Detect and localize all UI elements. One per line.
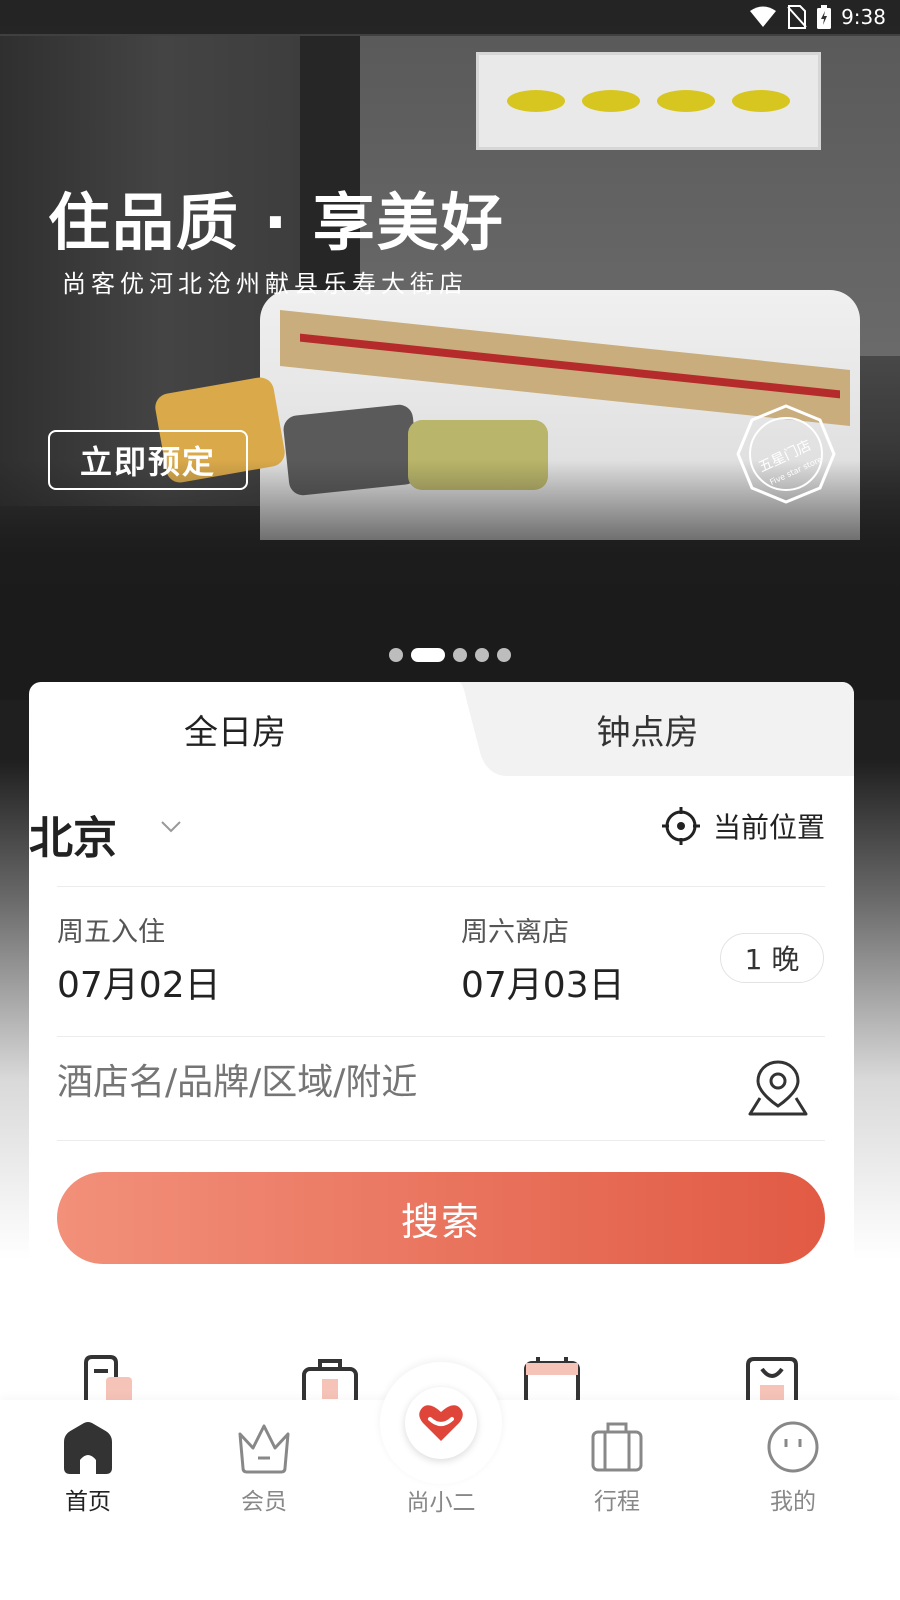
map-pin-icon[interactable]	[746, 1058, 810, 1118]
luggage-icon[interactable]	[300, 1355, 360, 1405]
divider	[57, 886, 825, 887]
battery-icon	[817, 5, 832, 29]
banner-headline: 住品质 · 享美好	[48, 186, 505, 259]
divider	[57, 1036, 825, 1037]
carousel-dot-active[interactable]	[411, 648, 445, 662]
wifi-icon	[750, 6, 777, 27]
tab-full-day-room[interactable]: 全日房	[29, 682, 441, 776]
status-bar: 9:38	[0, 0, 900, 34]
current-location-label: 当前位置	[712, 811, 825, 844]
five-star-seal-icon: 五星门店 Five star store	[736, 404, 836, 504]
assistant-button[interactable]	[380, 1362, 502, 1484]
home-icon	[64, 1422, 112, 1474]
chevron-down-icon[interactable]	[160, 820, 182, 834]
carousel-dot[interactable]	[475, 648, 489, 662]
tab-trips[interactable]: 行程	[557, 1420, 677, 1516]
calendar-icon[interactable]	[522, 1355, 582, 1405]
current-location-button[interactable]: 当前位置	[661, 806, 825, 846]
locate-crosshair-icon	[661, 807, 700, 845]
tab-hourly-room[interactable]: 钟点房	[441, 682, 854, 776]
tab-home[interactable]: 首页	[28, 1420, 148, 1516]
carousel-dot[interactable]	[453, 648, 467, 662]
tab-home-label: 首页	[65, 1489, 111, 1515]
tab-trips-label: 行程	[594, 1489, 640, 1515]
city-selector[interactable]: 北京	[29, 802, 117, 866]
tab-assistant-label: 尚小二	[406, 1490, 476, 1516]
banner-hotel-name: 尚客优河北沧州献县乐寿大街店	[62, 270, 468, 298]
assistant-button-inner	[405, 1387, 477, 1459]
carousel-dot[interactable]	[497, 648, 511, 662]
tab-profile[interactable]: 我的	[733, 1420, 853, 1516]
invoice-icon[interactable]	[80, 1355, 140, 1405]
checkin-label: 周五入住	[57, 917, 165, 948]
suitcase-icon	[591, 1422, 643, 1472]
divider	[57, 1140, 825, 1141]
book-now-button[interactable]: 立即预定	[48, 430, 248, 490]
checkout-date[interactable]: 07月03日	[461, 956, 625, 1008]
heart-icon	[419, 1405, 463, 1441]
shopping-bag-icon[interactable]	[742, 1355, 802, 1405]
hotel-search-input[interactable]	[57, 1062, 717, 1103]
checkin-date[interactable]: 07月02日	[57, 956, 221, 1008]
profile-icon	[767, 1421, 819, 1473]
status-time: 9:38	[841, 5, 886, 29]
banner-photo-painting	[476, 52, 821, 150]
nights-badge: 1 晚	[720, 933, 824, 983]
tab-member-label: 会员	[241, 1489, 287, 1515]
checkout-label: 周六离店	[461, 917, 569, 948]
crown-icon	[238, 1424, 290, 1474]
carousel-dot[interactable]	[389, 648, 403, 662]
carousel-indicator	[0, 648, 900, 662]
tab-profile-label: 我的	[770, 1489, 816, 1515]
search-button[interactable]: 搜索	[57, 1172, 825, 1264]
tab-member[interactable]: 会员	[204, 1420, 324, 1516]
no-sim-icon	[787, 5, 807, 29]
